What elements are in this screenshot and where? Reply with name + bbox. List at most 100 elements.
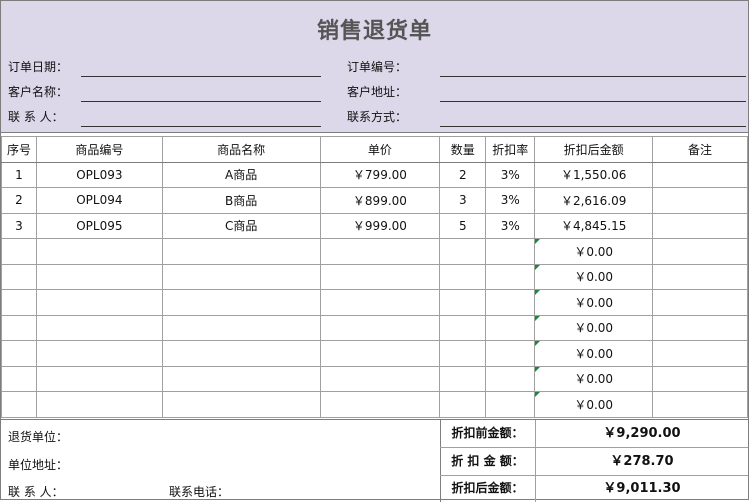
order-date-field[interactable] [81,76,321,77]
cell-code[interactable] [35,340,163,367]
table-row: ￥0.00 [1,238,748,265]
cell-seq[interactable] [1,238,37,265]
cell-rate[interactable] [485,238,536,265]
table-row: 3 OPL095 C商品 ￥999.00 5 3% ￥4,845.15 [1,212,748,239]
cell-seq[interactable] [1,314,37,341]
cell-qty[interactable]: 2 [439,161,487,188]
cell-amount[interactable]: ￥0.00 [534,314,654,341]
cell-name[interactable]: C商品 [161,212,321,239]
cell-name[interactable] [161,340,321,367]
cell-price[interactable]: ￥999.00 [319,212,441,239]
order-no-label: 订单编号： [347,60,408,74]
cell-seq[interactable]: 3 [1,212,37,239]
col-header-name: 商品名称 [161,136,321,163]
cell-seq[interactable] [1,340,37,367]
amount-text: ￥0.00 [574,244,614,259]
cell-note[interactable] [652,263,748,290]
cell-name[interactable] [161,391,321,418]
cell-name[interactable] [161,263,321,290]
cell-qty[interactable]: 3 [439,187,487,214]
cell-rate[interactable]: 3% [485,187,536,214]
cell-rate[interactable]: 3% [485,161,536,188]
cell-note[interactable] [652,212,748,239]
cell-code[interactable] [35,263,163,290]
cell-amount[interactable]: ￥0.00 [534,365,654,392]
cell-price[interactable]: ￥899.00 [319,187,441,214]
cell-price[interactable] [319,238,441,265]
cell-seq[interactable] [1,263,37,290]
cell-name[interactable] [161,314,321,341]
amount-text: ￥0.00 [574,397,614,412]
order-no-field[interactable] [440,76,746,77]
cell-seq[interactable]: 2 [1,187,37,214]
table-row: ￥0.00 [1,391,748,418]
table-row: ￥0.00 [1,314,748,341]
cell-amount[interactable]: ￥0.00 [534,238,654,265]
cell-qty[interactable]: 5 [439,212,487,239]
cell-price[interactable] [319,314,441,341]
cell-seq[interactable] [1,289,37,316]
cell-amount[interactable]: ￥0.00 [534,263,654,290]
cell-qty[interactable] [439,289,487,316]
cell-price[interactable] [319,340,441,367]
cell-note[interactable] [652,289,748,316]
cell-name[interactable] [161,238,321,265]
cell-price[interactable] [319,365,441,392]
cell-code[interactable]: OPL093 [35,161,163,188]
cell-qty[interactable] [439,314,487,341]
cell-qty[interactable] [439,263,487,290]
formula-marker-icon [535,315,541,321]
cell-amount[interactable]: ￥1,550.06 [534,161,654,188]
cell-price[interactable] [319,391,441,418]
cell-qty[interactable] [439,340,487,367]
cell-price[interactable]: ￥799.00 [319,161,441,188]
cell-note[interactable] [652,161,748,188]
col-header-qty: 数量 [439,136,487,163]
cell-rate[interactable]: 3% [485,212,536,239]
contact-method-field[interactable] [440,126,746,127]
cell-code[interactable] [35,391,163,418]
cell-qty[interactable] [439,365,487,392]
cell-rate[interactable] [485,289,536,316]
cell-name[interactable]: A商品 [161,161,321,188]
col-header-note: 备注 [652,136,748,163]
cell-note[interactable] [652,187,748,214]
cell-name[interactable]: B商品 [161,187,321,214]
cell-code[interactable] [35,289,163,316]
cell-amount[interactable]: ￥0.00 [534,391,654,418]
cell-rate[interactable] [485,340,536,367]
cell-seq[interactable] [1,391,37,418]
cell-qty[interactable] [439,238,487,265]
cell-amount[interactable]: ￥0.00 [534,340,654,367]
cell-rate[interactable] [485,391,536,418]
cell-code[interactable] [35,365,163,392]
contact-field[interactable] [81,126,321,127]
cell-note[interactable] [652,391,748,418]
cell-amount[interactable]: ￥2,616.09 [534,187,654,214]
cell-amount[interactable]: ￥4,845.15 [534,212,654,239]
cell-code[interactable] [35,314,163,341]
cell-code[interactable]: OPL094 [35,187,163,214]
table-row: ￥0.00 [1,289,748,316]
discount-value: ￥278.70 [610,454,674,469]
cell-rate[interactable] [485,314,536,341]
cell-amount[interactable]: ￥0.00 [534,289,654,316]
cell-price[interactable] [319,263,441,290]
cell-note[interactable] [652,238,748,265]
cell-code[interactable]: OPL095 [35,212,163,239]
cell-seq[interactable]: 1 [1,161,37,188]
cell-seq[interactable] [1,365,37,392]
cell-rate[interactable] [485,263,536,290]
cell-price[interactable] [319,289,441,316]
cell-note[interactable] [652,365,748,392]
customer-name-field[interactable] [81,101,321,102]
cell-name[interactable] [161,365,321,392]
cell-qty[interactable] [439,391,487,418]
cell-rate[interactable] [485,365,536,392]
cell-note[interactable] [652,340,748,367]
cell-note[interactable] [652,314,748,341]
col-header-rate: 折扣率 [485,136,536,163]
customer-address-field[interactable] [440,101,746,102]
cell-name[interactable] [161,289,321,316]
cell-code[interactable] [35,238,163,265]
